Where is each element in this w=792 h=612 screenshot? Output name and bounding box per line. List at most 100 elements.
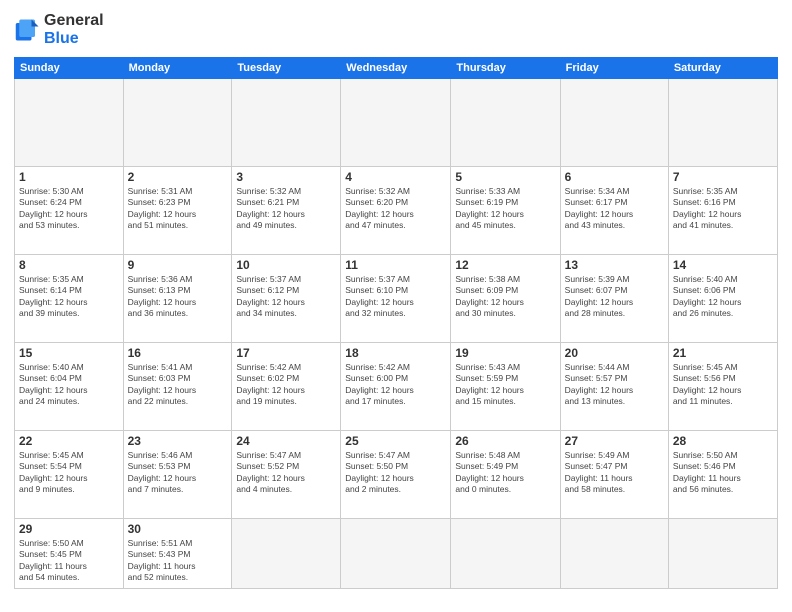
table-row: 20 Sunrise: 5:44 AMSunset: 5:57 PMDayligh… [560, 342, 668, 430]
table-row: 24Sunrise: 5:47 AMSunset: 5:52 PMDayligh… [232, 430, 341, 518]
table-row: 17Sunrise: 5:42 AMSunset: 6:02 PMDayligh… [232, 342, 341, 430]
col-wednesday: Wednesday [341, 57, 451, 78]
col-monday: Monday [123, 57, 232, 78]
day-info: Sunrise: 5:43 AMSunset: 5:59 PMDaylight:… [455, 362, 555, 408]
table-row: 4Sunrise: 5:32 AMSunset: 6:20 PMDaylight… [341, 166, 451, 254]
day-number: 27 [565, 434, 664, 448]
table-row [341, 518, 451, 588]
day-number: 9 [128, 258, 228, 272]
calendar-header-row: Sunday Monday Tuesday Wednesday Thursday… [15, 57, 778, 78]
table-row: 2Sunrise: 5:31 AMSunset: 6:23 PMDaylight… [123, 166, 232, 254]
day-info: Sunrise: 5:34 AMSunset: 6:17 PMDaylight:… [565, 186, 664, 232]
table-row: 26Sunrise: 5:48 AMSunset: 5:49 PMDayligh… [451, 430, 560, 518]
day-info: Sunrise: 5:38 AMSunset: 6:09 PMDaylight:… [455, 274, 555, 320]
table-row [668, 78, 777, 166]
day-info: Sunrise: 5:50 AMSunset: 5:45 PMDaylight:… [19, 538, 119, 584]
day-number: 10 [236, 258, 336, 272]
calendar-week-row: 22 Sunrise: 5:45 AMSunset: 5:54 PMDayligh… [15, 430, 778, 518]
day-info: Sunrise: 5:37 AMSunset: 6:12 PMDaylight:… [236, 274, 336, 320]
table-row [560, 518, 668, 588]
day-info: Sunrise: 5:33 AMSunset: 6:19 PMDaylight:… [455, 186, 555, 232]
day-info: Sunrise: 5:41 AMSunset: 6:03 PMDaylight:… [128, 362, 228, 408]
day-info: Sunrise: 5:45 AMSunset: 5:56 PMDaylight:… [673, 362, 773, 408]
table-row: 16 Sunrise: 5:41 AMSunset: 6:03 PMDayligh… [123, 342, 232, 430]
table-row [451, 78, 560, 166]
day-number: 18 [345, 346, 446, 360]
table-row: 7Sunrise: 5:35 AMSunset: 6:16 PMDaylight… [668, 166, 777, 254]
table-row: 6 Sunrise: 5:34 AMSunset: 6:17 PMDaylight… [560, 166, 668, 254]
table-row: 10 Sunrise: 5:37 AMSunset: 6:12 PMDayligh… [232, 254, 341, 342]
day-number: 25 [345, 434, 446, 448]
col-tuesday: Tuesday [232, 57, 341, 78]
day-info: Sunrise: 5:36 AMSunset: 6:13 PMDaylight:… [128, 274, 228, 320]
table-row: 11 Sunrise: 5:37 AMSunset: 6:10 PMDayligh… [341, 254, 451, 342]
table-row: 8 Sunrise: 5:35 AMSunset: 6:14 PMDaylight… [15, 254, 124, 342]
col-friday: Friday [560, 57, 668, 78]
table-row: 9 Sunrise: 5:36 AMSunset: 6:13 PMDaylight… [123, 254, 232, 342]
calendar-table: Sunday Monday Tuesday Wednesday Thursday… [14, 57, 778, 589]
day-number: 22 [19, 434, 119, 448]
day-number: 1 [19, 170, 119, 184]
day-number: 30 [128, 522, 228, 536]
day-info: Sunrise: 5:35 AMSunset: 6:14 PMDaylight:… [19, 274, 119, 320]
table-row: 1 Sunrise: 5:30 AMSunset: 6:24 PMDaylight… [15, 166, 124, 254]
page-header: General Blue [14, 12, 778, 49]
day-number: 17 [236, 346, 336, 360]
day-number: 23 [128, 434, 228, 448]
table-row: 5 Sunrise: 5:33 AMSunset: 6:19 PMDaylight… [451, 166, 560, 254]
day-number: 28 [673, 434, 773, 448]
calendar-week-row: 15Sunrise: 5:40 AMSunset: 6:04 PMDayligh… [15, 342, 778, 430]
day-info: Sunrise: 5:44 AMSunset: 5:57 PMDaylight:… [565, 362, 664, 408]
day-number: 8 [19, 258, 119, 272]
table-row: 13Sunrise: 5:39 AMSunset: 6:07 PMDayligh… [560, 254, 668, 342]
table-row [341, 78, 451, 166]
table-row: 14Sunrise: 5:40 AMSunset: 6:06 PMDayligh… [668, 254, 777, 342]
day-number: 21 [673, 346, 773, 360]
day-number: 5 [455, 170, 555, 184]
table-row [668, 518, 777, 588]
calendar-week-row: 1 Sunrise: 5:30 AMSunset: 6:24 PMDaylight… [15, 166, 778, 254]
day-number: 6 [565, 170, 664, 184]
table-row: 27 Sunrise: 5:49 AMSunset: 5:47 PMDayligh… [560, 430, 668, 518]
day-info: Sunrise: 5:35 AMSunset: 6:16 PMDaylight:… [673, 186, 773, 232]
table-row [451, 518, 560, 588]
col-thursday: Thursday [451, 57, 560, 78]
day-info: Sunrise: 5:32 AMSunset: 6:21 PMDaylight:… [236, 186, 336, 232]
day-number: 12 [455, 258, 555, 272]
table-row: 28 Sunrise: 5:50 AMSunset: 5:46 PMDayligh… [668, 430, 777, 518]
table-row: 18 Sunrise: 5:42 AMSunset: 6:00 PMDayligh… [341, 342, 451, 430]
day-number: 14 [673, 258, 773, 272]
day-number: 3 [236, 170, 336, 184]
table-row [232, 518, 341, 588]
day-info: Sunrise: 5:31 AMSunset: 6:23 PMDaylight:… [128, 186, 228, 232]
logo-blue: Blue [44, 30, 104, 48]
day-info: Sunrise: 5:50 AMSunset: 5:46 PMDaylight:… [673, 450, 773, 496]
calendar-week-row [15, 78, 778, 166]
table-row: 30Sunrise: 5:51 AMSunset: 5:43 PMDayligh… [123, 518, 232, 588]
day-number: 11 [345, 258, 446, 272]
logo: General Blue [14, 12, 104, 49]
day-number: 4 [345, 170, 446, 184]
day-info: Sunrise: 5:42 AMSunset: 6:00 PMDaylight:… [345, 362, 446, 408]
day-info: Sunrise: 5:37 AMSunset: 6:10 PMDaylight:… [345, 274, 446, 320]
table-row: 19 Sunrise: 5:43 AMSunset: 5:59 PMDayligh… [451, 342, 560, 430]
table-row [560, 78, 668, 166]
table-row: 15Sunrise: 5:40 AMSunset: 6:04 PMDayligh… [15, 342, 124, 430]
calendar-week-row: 29 Sunrise: 5:50 AMSunset: 5:45 PMDayligh… [15, 518, 778, 588]
table-row: 22 Sunrise: 5:45 AMSunset: 5:54 PMDayligh… [15, 430, 124, 518]
day-info: Sunrise: 5:45 AMSunset: 5:54 PMDaylight:… [19, 450, 119, 496]
day-number: 15 [19, 346, 119, 360]
day-info: Sunrise: 5:47 AMSunset: 5:52 PMDaylight:… [236, 450, 336, 496]
day-number: 16 [128, 346, 228, 360]
day-info: Sunrise: 5:30 AMSunset: 6:24 PMDaylight:… [19, 186, 119, 232]
day-number: 19 [455, 346, 555, 360]
table-row: 23Sunrise: 5:46 AMSunset: 5:53 PMDayligh… [123, 430, 232, 518]
day-number: 29 [19, 522, 119, 536]
day-number: 13 [565, 258, 664, 272]
day-info: Sunrise: 5:48 AMSunset: 5:49 PMDaylight:… [455, 450, 555, 496]
day-number: 20 [565, 346, 664, 360]
col-saturday: Saturday [668, 57, 777, 78]
day-info: Sunrise: 5:47 AMSunset: 5:50 PMDaylight:… [345, 450, 446, 496]
logo-icon [14, 16, 42, 44]
day-info: Sunrise: 5:49 AMSunset: 5:47 PMDaylight:… [565, 450, 664, 496]
